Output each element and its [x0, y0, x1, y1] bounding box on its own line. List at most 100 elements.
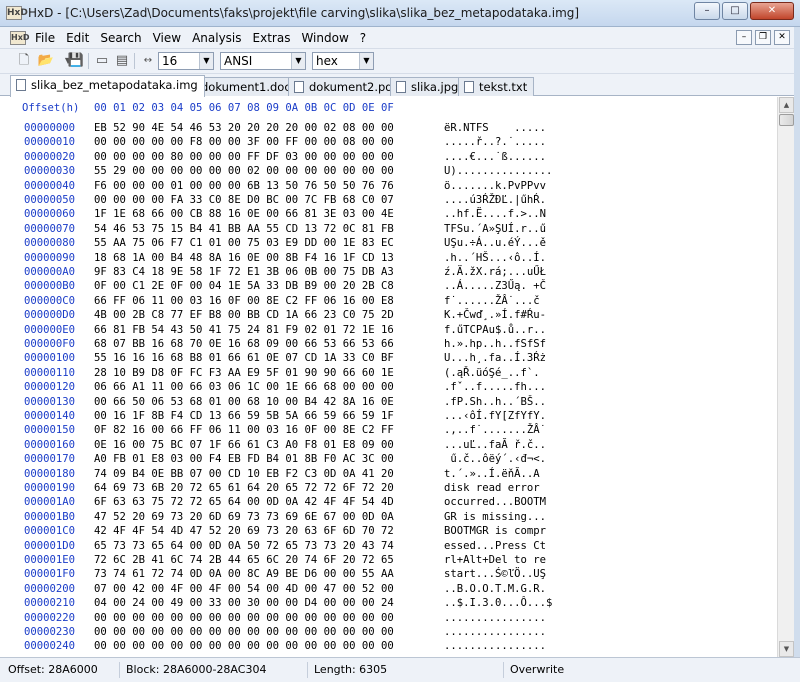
- mdi-close-button[interactable]: ✕: [774, 30, 790, 45]
- row-ascii-text[interactable]: ëR.NTFS .....: [444, 122, 546, 134]
- row-hex-bytes[interactable]: F6 00 00 00 01 00 00 00 6B 13 50 76 50 5…: [94, 180, 394, 192]
- row-hex-bytes[interactable]: 00 00 00 00 00 00 00 00 00 00 00 00 00 0…: [94, 612, 394, 624]
- tab-slika-jpg[interactable]: slika.jpg: [390, 77, 466, 96]
- row-ascii-text[interactable]: ....€...˙ß......: [444, 151, 546, 163]
- row-ascii-text[interactable]: U)...............: [444, 165, 552, 177]
- row-hex-bytes[interactable]: 0F 00 C1 2E 0F 00 04 1E 5A 33 DB B9 00 2…: [94, 280, 394, 292]
- menu-file[interactable]: File: [34, 30, 56, 46]
- row-hex-bytes[interactable]: 0F 82 16 00 66 FF 06 11 00 03 16 0F 00 8…: [94, 424, 394, 436]
- row-ascii-text[interactable]: BOOTMGR is compr: [444, 525, 546, 537]
- row-ascii-text[interactable]: ..hf.Ë....f.>..N: [444, 208, 546, 220]
- row-ascii-text[interactable]: disk read error: [444, 482, 546, 494]
- row-ascii-text[interactable]: ................: [444, 640, 546, 652]
- ram-icon[interactable]: ▤: [112, 52, 132, 70]
- close-button[interactable]: ✕: [750, 2, 794, 20]
- row-ascii-text[interactable]: f˙......ŽÂ˙...č: [444, 295, 540, 307]
- row-ascii-text[interactable]: ö.......k.PvPPvv: [444, 180, 546, 192]
- row-ascii-text[interactable]: start...Ś©ľÖ..UŞ: [444, 568, 546, 580]
- vertical-scrollbar[interactable]: ▲ ▼: [777, 97, 794, 657]
- row-hex-bytes[interactable]: 55 16 16 16 68 B8 01 66 61 0E 07 CD 1A 3…: [94, 352, 394, 364]
- row-ascii-text[interactable]: ....ú3ŔŽĐĽ.|űhŔ.: [444, 194, 546, 206]
- row-hex-bytes[interactable]: 73 74 61 72 74 0D 0A 00 8C A9 BE D6 00 0…: [94, 568, 394, 580]
- row-hex-bytes[interactable]: 06 66 A1 11 00 66 03 06 1C 00 1E 66 68 0…: [94, 381, 394, 393]
- mdi-restore-button[interactable]: ❐: [755, 30, 771, 45]
- menu-help[interactable]: ?: [359, 30, 367, 46]
- row-hex-bytes[interactable]: 64 69 73 6B 20 72 65 61 64 20 65 72 72 6…: [94, 482, 394, 494]
- row-hex-bytes[interactable]: 00 16 1F 8B F4 CD 13 66 59 5B 5A 66 59 6…: [94, 410, 394, 422]
- tab-slika-bez-metapodataka[interactable]: slika_bez_metapodataka.img: [10, 75, 205, 97]
- row-ascii-text[interactable]: h.».hp..h..fSfSf: [444, 338, 546, 350]
- new-file-icon[interactable]: 🗋: [14, 52, 34, 70]
- row-ascii-text[interactable]: ..Á.....Z3Űą. +Č: [444, 280, 546, 292]
- hxd-app-icon[interactable]: HxD: [6, 6, 28, 20]
- row-ascii-text[interactable]: rl+Alt+Del to re: [444, 554, 546, 566]
- row-hex-bytes[interactable]: 00 00 00 00 FA 33 C0 8E D0 BC 00 7C FB 6…: [94, 194, 394, 206]
- menu-search[interactable]: Search: [99, 30, 142, 46]
- row-hex-bytes[interactable]: 54 46 53 75 15 B4 41 BB AA 55 CD 13 72 0…: [94, 223, 394, 235]
- disk-icon[interactable]: ▭: [92, 52, 112, 70]
- row-hex-bytes[interactable]: 9F 83 C4 18 9E 58 1F 72 E1 3B 06 0B 00 7…: [94, 266, 394, 278]
- row-hex-bytes[interactable]: 72 6C 2B 41 6C 74 2B 44 65 6C 20 74 6F 2…: [94, 554, 394, 566]
- document-menu-icon[interactable]: HxD: [10, 31, 30, 45]
- row-ascii-text[interactable]: UŞu.÷Á..u.éÝ...ě: [444, 237, 546, 249]
- row-ascii-text[interactable]: .fP.Sh..h..´BŠ..: [444, 396, 546, 408]
- row-ascii-text[interactable]: U...h¸.fa..Í.3Ŕż: [444, 352, 546, 364]
- tab-dokument2[interactable]: dokument2.pdf: [288, 77, 404, 96]
- scroll-up-icon[interactable]: ▲: [779, 97, 794, 113]
- open-file-icon[interactable]: 📂: [36, 52, 56, 70]
- tab-tekst[interactable]: tekst.txt: [458, 77, 535, 96]
- scroll-down-icon[interactable]: ▼: [779, 641, 794, 657]
- chevron-down-icon[interactable]: ▼: [199, 53, 213, 69]
- row-ascii-text[interactable]: ..$.I.3.0...Ô...$: [444, 597, 552, 609]
- row-hex-bytes[interactable]: 07 00 42 00 4F 00 4F 00 54 00 4D 00 47 0…: [94, 583, 394, 595]
- row-hex-bytes[interactable]: 74 09 B4 0E BB 07 00 CD 10 EB F2 C3 0D 0…: [94, 468, 394, 480]
- row-ascii-text[interactable]: ..B.O.O.T.M.G.R.: [444, 583, 546, 595]
- row-hex-bytes[interactable]: 28 10 B9 D8 0F FC F3 AA E9 5F 01 90 90 6…: [94, 367, 394, 379]
- row-hex-bytes[interactable]: 4B 00 2B C8 77 EF B8 00 BB CD 1A 66 23 C…: [94, 309, 394, 321]
- maximize-button[interactable]: □: [722, 2, 748, 20]
- row-ascii-text[interactable]: ű.č..ôëý´.‹đ¬<.: [444, 453, 546, 465]
- hex-editor[interactable]: Offset(h) 00 01 02 03 04 05 06 07 08 09 …: [0, 97, 777, 657]
- row-ascii-text[interactable]: ...‹ôÍ.fY[ZfYfY.: [444, 410, 546, 422]
- scrollbar-thumb[interactable]: [779, 114, 794, 126]
- chevron-down-icon[interactable]: ▼: [291, 53, 305, 69]
- row-hex-bytes[interactable]: 18 68 1A 00 B4 48 8A 16 0E 00 8B F4 16 1…: [94, 252, 394, 264]
- row-hex-bytes[interactable]: 0E 16 00 75 BC 07 1F 66 61 C3 A0 F8 01 E…: [94, 439, 394, 451]
- row-ascii-text[interactable]: K.+Čwď¸.»Í.f#Ŕu-: [444, 309, 546, 321]
- row-hex-bytes[interactable]: 00 00 00 00 00 00 00 00 00 00 00 00 00 0…: [94, 626, 394, 638]
- row-hex-bytes[interactable]: EB 52 90 4E 54 46 53 20 20 20 20 00 02 0…: [94, 122, 394, 134]
- menu-analysis[interactable]: Analysis: [191, 30, 242, 46]
- row-hex-bytes[interactable]: 55 29 00 00 00 00 00 00 02 00 00 00 00 0…: [94, 165, 394, 177]
- row-ascii-text[interactable]: ................: [444, 626, 546, 638]
- row-hex-bytes[interactable]: 1F 1E 68 66 00 CB 88 16 0E 00 66 81 3E 0…: [94, 208, 394, 220]
- row-ascii-text[interactable]: ................: [444, 612, 546, 624]
- row-ascii-text[interactable]: .fˇ..f.....fh...: [444, 381, 546, 393]
- row-ascii-text[interactable]: (.ąŘ.üóŞé_..f`.: [444, 367, 540, 379]
- row-ascii-text[interactable]: t.´.»..Í.ëňĂ..A: [444, 468, 546, 480]
- chevron-down-icon[interactable]: ▼: [359, 53, 373, 69]
- row-ascii-text[interactable]: .....ř..?.˙.....: [444, 136, 546, 148]
- row-ascii-text[interactable]: TFSu.´A»ŞUÍ.r..ű: [444, 223, 546, 235]
- row-hex-bytes[interactable]: 66 81 FB 54 43 50 41 75 24 81 F9 02 01 7…: [94, 324, 394, 336]
- row-hex-bytes[interactable]: 00 00 00 00 00 00 00 00 00 00 00 00 00 0…: [94, 640, 394, 652]
- offset-base-select[interactable]: hex ▼: [312, 52, 374, 70]
- row-ascii-text[interactable]: ź.Ä.žX.rá;...uŰŁ: [444, 266, 546, 278]
- row-hex-bytes[interactable]: 65 73 73 65 64 00 0D 0A 50 72 65 73 73 2…: [94, 540, 394, 552]
- minimize-button[interactable]: –: [694, 2, 720, 20]
- row-ascii-text[interactable]: essed...Press Ct: [444, 540, 546, 552]
- row-hex-bytes[interactable]: 00 00 00 00 80 00 00 00 FF DF 03 00 00 0…: [94, 151, 394, 163]
- row-hex-bytes[interactable]: A0 FB 01 E8 03 00 F4 EB FD B4 01 8B F0 A…: [94, 453, 394, 465]
- row-hex-bytes[interactable]: 00 66 50 06 53 68 01 00 68 10 00 B4 42 8…: [94, 396, 394, 408]
- row-hex-bytes[interactable]: 42 4F 4F 54 4D 47 52 20 69 73 20 63 6F 6…: [94, 525, 394, 537]
- bytes-per-row-select[interactable]: 16 ▼: [158, 52, 214, 70]
- row-hex-bytes[interactable]: 68 07 BB 16 68 70 0E 16 68 09 00 66 53 6…: [94, 338, 394, 350]
- row-ascii-text[interactable]: f.űTCPAu$.ů..r..: [444, 324, 546, 336]
- menu-extras[interactable]: Extras: [252, 30, 292, 46]
- charset-select[interactable]: ANSI ▼: [220, 52, 306, 70]
- row-hex-bytes[interactable]: 04 00 24 00 49 00 33 00 30 00 00 D4 00 0…: [94, 597, 394, 609]
- row-ascii-text[interactable]: occurred...BOOTM: [444, 496, 546, 508]
- row-hex-bytes[interactable]: 00 00 00 00 00 F8 00 00 3F 00 FF 00 00 0…: [94, 136, 394, 148]
- row-ascii-text[interactable]: GR is missing...: [444, 511, 546, 523]
- menu-edit[interactable]: Edit: [65, 30, 90, 46]
- status-mode[interactable]: Overwrite: [504, 662, 624, 678]
